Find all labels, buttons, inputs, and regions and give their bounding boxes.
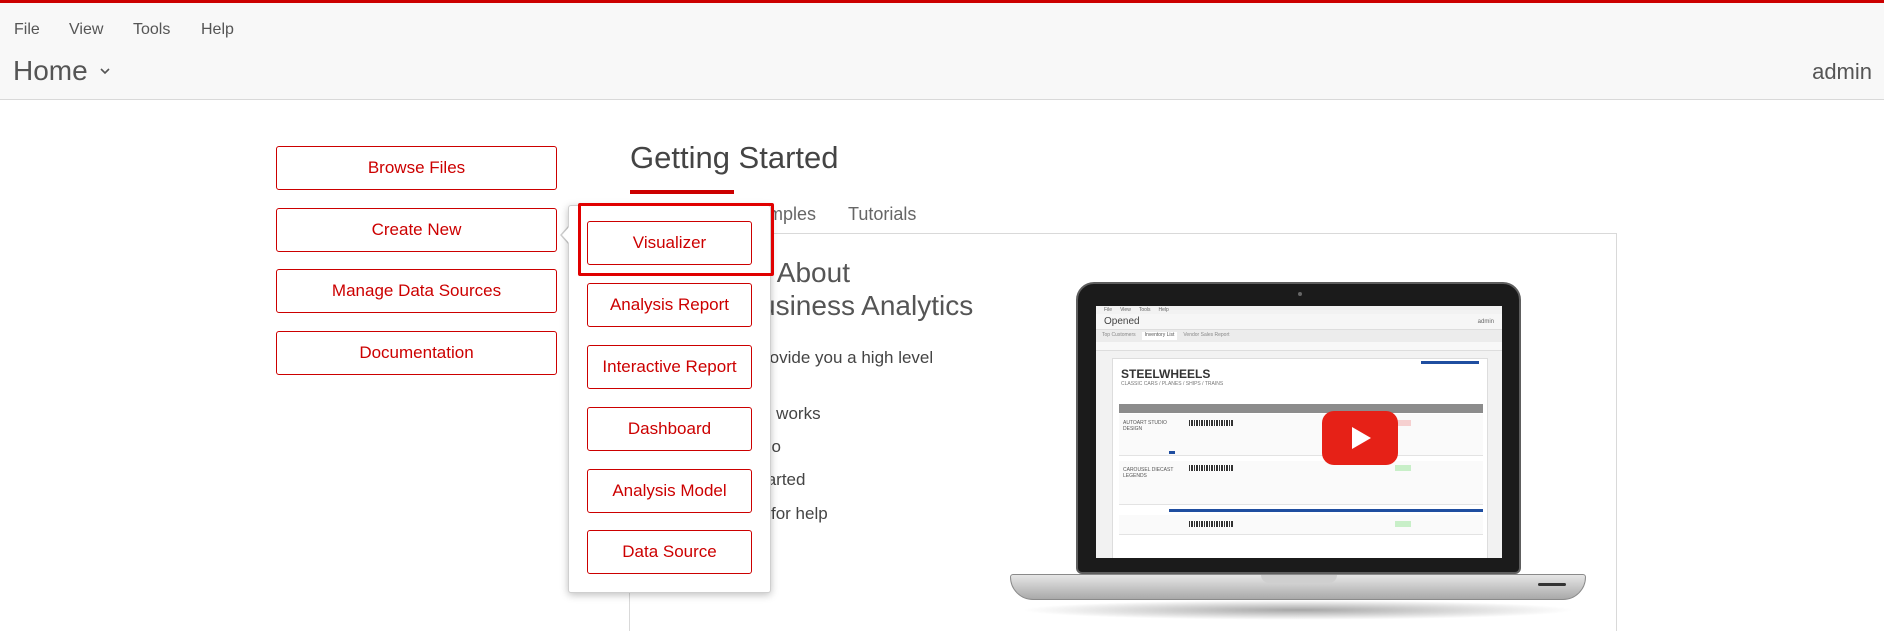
preview-report-subtitle: CLASSIC CARS / PLANES / SHIPS / TRAINS <box>1121 381 1224 387</box>
create-new-button[interactable]: Create New <box>276 208 557 252</box>
preview-menu-tools: Tools <box>1138 307 1151 313</box>
preview-row: AUTOART STUDIO DESIGN <box>1119 414 1483 456</box>
laptop-notch <box>1261 575 1337 583</box>
visualizer-button[interactable]: Visualizer <box>587 221 752 265</box>
preview-report-title: STEELWHEELS <box>1121 367 1211 381</box>
camera-icon <box>1298 292 1302 296</box>
preview-tab: Top Customers <box>1102 332 1136 338</box>
link-help[interactable]: for help <box>771 504 828 524</box>
browse-files-button[interactable]: Browse Files <box>276 146 557 190</box>
preview-cell-green <box>1395 465 1411 471</box>
preview-tabs: Top Customers Inventory List Vendor Sale… <box>1096 330 1502 342</box>
preview-table-header <box>1119 404 1483 413</box>
laptop-shadow <box>1020 600 1576 620</box>
interactive-report-button[interactable]: Interactive Report <box>587 345 752 389</box>
preview-menu-file: File <box>1104 307 1113 313</box>
preview-accent-bar <box>1421 361 1479 364</box>
preview-row: CAROUSEL DIECAST LEGENDS <box>1119 461 1483 505</box>
analysis-report-button[interactable]: Analysis Report <box>587 283 752 327</box>
user-menu[interactable]: admin <box>1812 59 1872 85</box>
preview-row-name: AUTOART STUDIO DESIGN <box>1123 420 1167 432</box>
dashboard-button[interactable]: Dashboard <box>587 407 752 451</box>
preview-menu-view: View <box>1120 307 1131 313</box>
create-new-dropdown: Visualizer Analysis Report Interactive R… <box>568 205 771 593</box>
menu-file[interactable]: File <box>14 15 40 45</box>
barcode-icon <box>1189 465 1233 471</box>
top-bar: File View Tools Help Home admin <box>0 0 1884 100</box>
preview-menubar: File View Tools Help <box>1096 306 1502 314</box>
preview-header: Opened admin <box>1096 314 1502 330</box>
preview-tab: Vendor Sales Report <box>1183 332 1230 338</box>
tab-samples[interactable]: mples <box>768 204 816 225</box>
preview-row-bar <box>1169 451 1175 454</box>
barcode-icon <box>1189 420 1233 426</box>
youtube-play-icon[interactable] <box>1322 411 1398 465</box>
menu-help[interactable]: Help <box>201 15 234 45</box>
tab-tutorials[interactable]: Tutorials <box>848 204 916 225</box>
data-source-button[interactable]: Data Source <box>587 530 752 574</box>
documentation-button[interactable]: Documentation <box>276 331 557 375</box>
laptop-base <box>1010 574 1586 600</box>
home-label: Home <box>13 55 88 86</box>
preview-menu-help: Help <box>1158 307 1169 313</box>
chevron-down-icon <box>100 68 110 75</box>
preview-row <box>1119 515 1483 535</box>
home-perspective-selector[interactable]: Home <box>13 55 110 87</box>
menu-view[interactable]: View <box>69 15 103 45</box>
play-triangle-icon <box>1352 427 1371 449</box>
active-tab-indicator <box>630 190 734 194</box>
barcode-icon <box>1189 521 1233 527</box>
preview-cell-green <box>1395 521 1411 527</box>
getting-started-title: Getting Started <box>630 140 839 175</box>
welcome-body-text: rovide you a high level <box>764 348 934 367</box>
welcome-heading-line2: usiness Analytics <box>760 290 974 321</box>
laptop-lid: File View Tools Help Opened admin Top Cu… <box>1076 282 1521 574</box>
laptop-screen: File View Tools Help Opened admin Top Cu… <box>1096 306 1502 558</box>
preview-section-bar <box>1169 509 1483 512</box>
preview-admin: admin <box>1477 318 1494 325</box>
preview-report: STEELWHEELS CLASSIC CARS / PLANES / SHIP… <box>1112 358 1488 558</box>
preview-row-name: CAROUSEL DIECAST LEGENDS <box>1123 467 1174 479</box>
analysis-model-button[interactable]: Analysis Model <box>587 469 752 513</box>
dropdown-caret-inner <box>562 226 570 244</box>
menu-tools[interactable]: Tools <box>133 15 170 45</box>
preview-toolbar <box>1096 342 1502 351</box>
laptop-foot <box>1538 583 1566 586</box>
manage-data-sources-button[interactable]: Manage Data Sources <box>276 269 557 313</box>
preview-tab-active: Inventory List <box>1141 332 1178 340</box>
preview-opened: Opened <box>1104 316 1140 327</box>
video-preview[interactable]: File View Tools Help Opened admin Top Cu… <box>1010 282 1586 631</box>
